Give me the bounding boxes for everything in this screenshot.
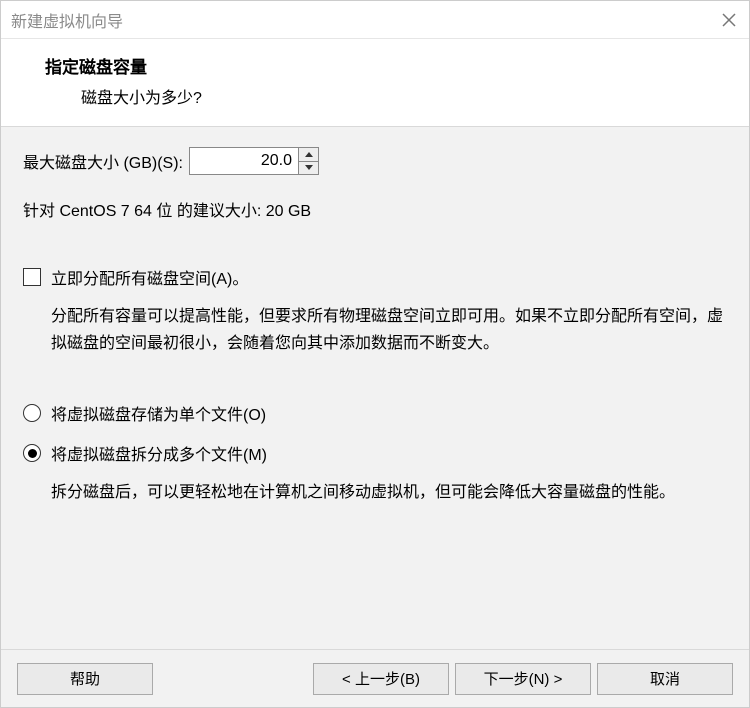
disk-size-input[interactable]: [190, 148, 298, 174]
store-single-radio[interactable]: [23, 404, 41, 422]
recommended-size-text: 针对 CentOS 7 64 位 的建议大小: 20 GB: [23, 197, 727, 221]
store-split-radio[interactable]: [23, 444, 41, 462]
allocate-now-row: 立即分配所有磁盘空间(A)。: [23, 265, 727, 289]
window-title: 新建虚拟机向导: [11, 8, 719, 32]
disk-size-row: 最大磁盘大小 (GB)(S):: [23, 147, 727, 175]
disk-size-label: 最大磁盘大小 (GB)(S):: [23, 149, 183, 173]
chevron-down-icon: [305, 165, 313, 170]
page-title: 指定磁盘容量: [45, 53, 725, 78]
title-bar: 新建虚拟机向导: [1, 1, 749, 39]
wizard-content: 最大磁盘大小 (GB)(S): 针对 CentOS 7 64 位 的建议大小: …: [1, 126, 749, 649]
store-single-label: 将虚拟磁盘存储为单个文件(O): [51, 401, 266, 425]
back-button[interactable]: < 上一步(B): [313, 663, 449, 695]
spinner-down-button[interactable]: [299, 162, 318, 175]
store-split-row: 将虚拟磁盘拆分成多个文件(M): [23, 441, 727, 465]
store-split-label: 将虚拟磁盘拆分成多个文件(M): [51, 441, 267, 465]
next-button[interactable]: 下一步(N) >: [455, 663, 591, 695]
allocate-now-checkbox[interactable]: [23, 268, 41, 286]
disk-size-spinner: [189, 147, 319, 175]
store-single-row: 将虚拟磁盘存储为单个文件(O): [23, 401, 727, 425]
store-split-description: 拆分磁盘后，可以更轻松地在计算机之间移动虚拟机，但可能会降低大容量磁盘的性能。: [51, 479, 727, 506]
allocate-now-label: 立即分配所有磁盘空间(A)。: [51, 265, 248, 289]
close-icon[interactable]: [719, 10, 739, 30]
page-subtitle: 磁盘大小为多少?: [81, 84, 725, 108]
wizard-header: 指定磁盘容量 磁盘大小为多少?: [1, 39, 749, 126]
wizard-footer: 帮助 < 上一步(B) 下一步(N) > 取消: [1, 649, 749, 707]
help-button[interactable]: 帮助: [17, 663, 153, 695]
spinner-up-button[interactable]: [299, 148, 318, 162]
cancel-button[interactable]: 取消: [597, 663, 733, 695]
spinner-buttons: [298, 148, 318, 174]
chevron-up-icon: [305, 152, 313, 157]
allocate-now-description: 分配所有容量可以提高性能，但要求所有物理磁盘空间立即可用。如果不立即分配所有空间…: [51, 303, 727, 357]
wizard-window: 新建虚拟机向导 指定磁盘容量 磁盘大小为多少? 最大磁盘大小 (GB)(S): …: [0, 0, 750, 708]
